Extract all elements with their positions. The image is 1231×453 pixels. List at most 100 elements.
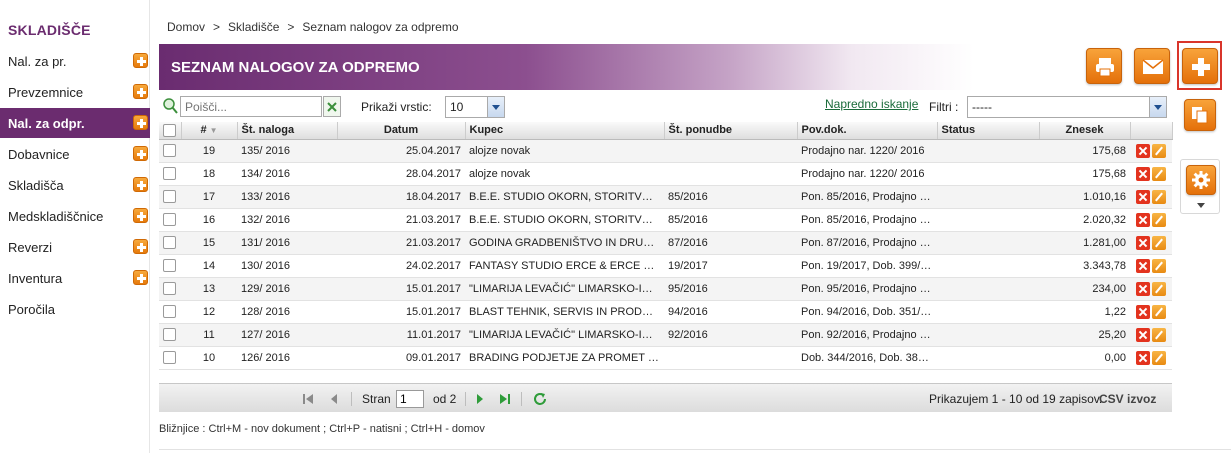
select-all-checkbox[interactable] xyxy=(163,123,176,137)
row-checkbox[interactable] xyxy=(163,259,176,272)
add-plus-icon[interactable] xyxy=(133,115,148,130)
table-row[interactable]: 14 130/ 2016 24.02.2017 FANTASY STUDIO ERCE… xyxy=(159,254,1172,278)
envelope-icon xyxy=(1142,59,1164,74)
refresh-button[interactable] xyxy=(532,384,548,413)
select-all-header[interactable] xyxy=(159,122,182,140)
sidebar-item[interactable]: Nal. za pr. xyxy=(0,46,150,76)
row-checkbox[interactable] xyxy=(163,190,176,203)
edit-icon[interactable] xyxy=(1152,189,1166,204)
row-checkbox[interactable] xyxy=(163,213,176,226)
filter-select[interactable]: ----- xyxy=(967,96,1167,118)
delete-icon[interactable] xyxy=(1136,212,1150,227)
advanced-search-link[interactable]: Napredno iskanje xyxy=(825,97,918,111)
edit-icon[interactable] xyxy=(1152,258,1166,273)
sidebar-item[interactable]: Skladišča xyxy=(0,170,150,200)
edit-icon[interactable] xyxy=(1152,235,1166,250)
order-status xyxy=(937,208,1039,232)
delete-icon[interactable] xyxy=(1136,281,1150,296)
add-button[interactable] xyxy=(1182,48,1218,84)
column-header-amount[interactable]: Znesek xyxy=(1039,122,1131,140)
table-row[interactable]: 15 131/ 2016 21.03.2017 GODINA GRADBENIŠTVO… xyxy=(159,231,1172,255)
settings-button[interactable] xyxy=(1186,165,1216,195)
table-row[interactable]: 19 135/ 2016 25.04.2017 alojze novak Prodajn… xyxy=(159,139,1172,163)
rows-per-page-value: 10 xyxy=(450,100,464,114)
order-number: 126/ 2016 xyxy=(237,346,337,370)
next-page-button[interactable] xyxy=(475,384,485,413)
delete-icon[interactable] xyxy=(1136,189,1150,204)
delete-icon[interactable] xyxy=(1136,235,1150,250)
page-number-input[interactable] xyxy=(396,389,424,408)
row-checkbox[interactable] xyxy=(163,305,176,318)
order-date: 18.04.2017 xyxy=(337,185,465,209)
sidebar-item[interactable]: Inventura xyxy=(0,263,150,293)
table-row[interactable]: 10 126/ 2016 09.01.2017 BRADING PODJETJE ZA… xyxy=(159,346,1172,370)
sidebar-item[interactable]: Medskladiščnice xyxy=(0,201,150,231)
sidebar-item[interactable]: Prevzemnice xyxy=(0,77,150,107)
column-header-offer[interactable]: Št. ponudbe xyxy=(664,122,798,140)
sidebar-item[interactable]: Dobavnice xyxy=(0,139,150,169)
row-checkbox[interactable] xyxy=(163,282,176,295)
delete-icon[interactable] xyxy=(1136,304,1150,319)
search-input[interactable] xyxy=(180,96,322,117)
row-actions xyxy=(159,231,181,255)
add-plus-icon[interactable] xyxy=(133,53,148,68)
clear-search-button[interactable] xyxy=(323,96,341,117)
edit-icon[interactable] xyxy=(1152,327,1166,342)
row-checkbox[interactable] xyxy=(163,328,176,341)
row-checkbox[interactable] xyxy=(163,144,176,157)
sidebar-item[interactable]: Nal. za odpr. xyxy=(0,108,150,138)
column-header-date[interactable]: Datum xyxy=(337,122,466,140)
last-page-button[interactable] xyxy=(499,384,511,413)
row-actions xyxy=(1130,254,1172,278)
copy-button[interactable] xyxy=(1184,99,1216,131)
rows-per-page-select[interactable]: 10 xyxy=(445,96,505,118)
delete-icon[interactable] xyxy=(1136,350,1150,365)
offer-number: 95/2016 xyxy=(664,277,797,301)
delete-icon[interactable] xyxy=(1136,258,1150,273)
delete-icon[interactable] xyxy=(1136,143,1150,158)
delete-icon[interactable] xyxy=(1136,327,1150,342)
add-plus-icon[interactable] xyxy=(133,270,148,285)
row-number: 18 xyxy=(181,162,237,186)
add-plus-icon[interactable] xyxy=(133,239,148,254)
column-header-order[interactable]: Št. naloga xyxy=(237,122,338,140)
edit-icon[interactable] xyxy=(1152,166,1166,181)
table-row[interactable]: 17 133/ 2016 18.04.2017 B.E.E. STUDIO OKORN… xyxy=(159,185,1172,209)
row-checkbox[interactable] xyxy=(163,236,176,249)
breadcrumb-warehouse[interactable]: Skladišče xyxy=(228,20,279,34)
edit-icon[interactable] xyxy=(1152,304,1166,319)
sidebar-item[interactable]: Poročila xyxy=(0,294,150,324)
edit-icon[interactable] xyxy=(1152,143,1166,158)
add-plus-icon[interactable] xyxy=(133,84,148,99)
column-header-related-doc[interactable]: Pov.dok. xyxy=(797,122,938,140)
sidebar-item[interactable]: Reverzi xyxy=(0,232,150,262)
table-row[interactable]: 13 129/ 2016 15.01.2017 "LIMARIJA LEVAČIĆ" … xyxy=(159,277,1172,301)
csv-export-button[interactable]: CSV izvoz xyxy=(1099,384,1156,413)
add-plus-icon[interactable] xyxy=(133,146,148,161)
column-header-customer[interactable]: Kupec xyxy=(465,122,665,140)
sort-indicator-icon: ▼ xyxy=(209,126,218,136)
edit-icon[interactable] xyxy=(1152,350,1166,365)
table-row[interactable]: 18 134/ 2016 28.04.2017 alojze novak Prodajn… xyxy=(159,162,1172,186)
add-plus-icon[interactable] xyxy=(133,208,148,223)
row-checkbox[interactable] xyxy=(163,167,176,180)
delete-icon[interactable] xyxy=(1136,166,1150,181)
table-row[interactable]: 11 127/ 2016 11.01.2017 "LIMARIJA LEVAČIĆ" … xyxy=(159,323,1172,347)
breadcrumb-home[interactable]: Domov xyxy=(167,20,205,34)
divider xyxy=(159,449,1231,450)
order-number: 128/ 2016 xyxy=(237,300,337,324)
column-header-status[interactable]: Status xyxy=(937,122,1040,140)
first-page-button[interactable] xyxy=(302,384,314,413)
column-header-number[interactable]: # ▼ xyxy=(181,122,238,140)
table-row[interactable]: 12 128/ 2016 15.01.2017 BLAST TEHNIK, SERVI… xyxy=(159,300,1172,324)
add-plus-icon[interactable] xyxy=(133,177,148,192)
previous-page-button[interactable] xyxy=(329,384,339,413)
order-date: 15.01.2017 xyxy=(337,277,465,301)
email-button[interactable] xyxy=(1134,48,1170,84)
print-button[interactable] xyxy=(1086,48,1122,84)
row-checkbox[interactable] xyxy=(163,351,176,364)
edit-icon[interactable] xyxy=(1152,212,1166,227)
edit-icon[interactable] xyxy=(1152,281,1166,296)
settings-menu[interactable] xyxy=(1180,159,1220,214)
table-row[interactable]: 16 132/ 2016 21.03.2017 B.E.E. STUDIO OKORN… xyxy=(159,208,1172,232)
